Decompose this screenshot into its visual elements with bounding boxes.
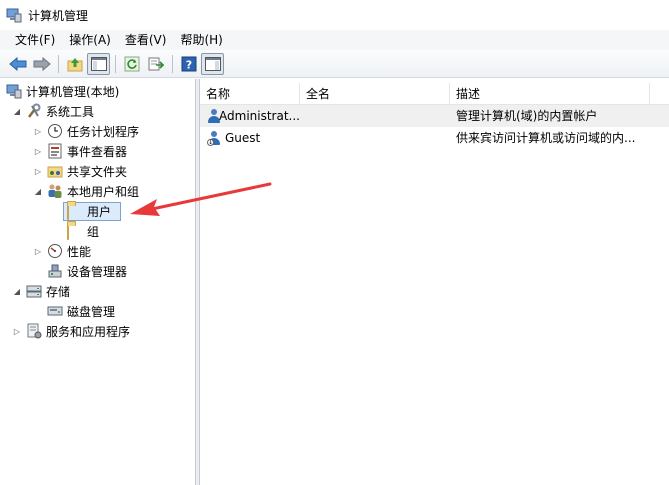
- collapse-triangle-icon[interactable]: ◢: [12, 286, 22, 296]
- toolbar: ?: [0, 50, 669, 78]
- refresh-button[interactable]: [120, 53, 143, 75]
- tree-item-label: 性能: [67, 244, 92, 259]
- tree-item-label: 系统工具: [46, 104, 95, 119]
- folder-icon: [67, 223, 83, 240]
- tree-item-performance[interactable]: ▷ 性能: [33, 241, 91, 261]
- collapse-triangle-icon[interactable]: ◢: [33, 186, 43, 196]
- title-bar: 计算机管理: [0, 0, 669, 30]
- console-tree: 计算机管理(本地) ◢ 系统工具 ▷ 任务计划程序 ▷ 事件查看器 ▷ 共享文件…: [0, 79, 196, 485]
- tree-item-services-applications[interactable]: ▷ 服务和应用程序: [12, 321, 130, 341]
- menu-view[interactable]: 查看(V): [118, 31, 174, 49]
- computer-management-icon: [6, 83, 22, 99]
- forward-button[interactable]: [30, 53, 53, 75]
- folder-icon: [67, 203, 83, 220]
- expand-triangle-icon[interactable]: ▷: [33, 146, 43, 156]
- menu-bar: 文件(F) 操作(A) 查看(V) 帮助(H): [0, 30, 669, 50]
- selected-item-highlight: 用户: [63, 201, 122, 221]
- column-header-fullname[interactable]: 全名: [300, 83, 450, 105]
- tree-item-label: 存储: [46, 284, 71, 299]
- tree-item-task-scheduler[interactable]: ▷ 任务计划程序: [33, 121, 139, 141]
- export-list-button[interactable]: [144, 53, 167, 75]
- disk-management-icon: [47, 303, 63, 319]
- back-arrow-icon: [8, 56, 26, 71]
- list-header: 名称 全名 描述: [200, 83, 669, 105]
- menu-action[interactable]: 操作(A): [62, 31, 118, 49]
- disabled-user-icon: ↓: [206, 130, 222, 146]
- show-hide-action-pane-button[interactable]: [201, 52, 224, 75]
- toolbar-separator: [58, 54, 59, 73]
- tree-item-label: 共享文件夹: [67, 164, 128, 179]
- toolbar-separator: [172, 54, 173, 73]
- column-header-description[interactable]: 描述: [450, 83, 650, 105]
- help-button[interactable]: ?: [177, 53, 200, 75]
- tree-item-label: 计算机管理(本地): [26, 84, 120, 99]
- user-name: Administrat...: [219, 109, 300, 123]
- expand-triangle-icon[interactable]: ▷: [33, 126, 43, 136]
- tree-item-label: 用户: [87, 204, 112, 219]
- tree-item-label: 设备管理器: [67, 264, 128, 279]
- list-item-administrator[interactable]: Administrat... 管理计算机(域)的内置帐户: [200, 105, 669, 127]
- expand-triangle-icon[interactable]: ▷: [33, 166, 43, 176]
- tree-item-label: 事件查看器: [67, 144, 128, 159]
- tree-item-groups[interactable]: 组: [67, 221, 99, 241]
- user-name: Guest: [225, 131, 261, 145]
- refresh-icon: [124, 56, 139, 71]
- action-pane-icon: [204, 56, 221, 71]
- tree-item-system-tools[interactable]: ◢ 系统工具: [12, 101, 94, 121]
- console-tree-icon: [90, 56, 107, 71]
- event-viewer-icon: [47, 143, 63, 159]
- toolbar-separator: [115, 54, 116, 73]
- cell-name: ↓ Guest: [200, 127, 300, 149]
- menu-help[interactable]: 帮助(H): [173, 31, 229, 49]
- user-list-pane: 名称 全名 描述 Administrat... 管理计算机(域)的内置帐户 ↓ …: [200, 79, 669, 485]
- shared-folder-icon: [47, 163, 63, 179]
- tree-item-storage[interactable]: ◢ 存储: [12, 281, 70, 301]
- menu-file[interactable]: 文件(F): [8, 31, 62, 49]
- collapse-triangle-icon[interactable]: ◢: [12, 106, 22, 116]
- users-group-icon: [47, 183, 63, 199]
- tree-item-disk-management[interactable]: 磁盘管理: [47, 301, 115, 321]
- device-manager-icon: [47, 263, 63, 279]
- expand-triangle-icon[interactable]: ▷: [33, 246, 43, 256]
- system-tools-icon: [26, 103, 42, 119]
- forward-arrow-icon: [33, 56, 51, 71]
- tree-item-event-viewer[interactable]: ▷ 事件查看器: [33, 141, 127, 161]
- tree-item-users[interactable]: 用户: [63, 201, 122, 221]
- tree-item-label: 任务计划程序: [67, 124, 140, 139]
- cell-name: Administrat...: [200, 105, 300, 127]
- services-icon: [26, 323, 42, 339]
- expand-triangle-icon[interactable]: ▷: [12, 326, 22, 336]
- tree-item-label: 磁盘管理: [67, 304, 116, 319]
- clock-icon: [47, 123, 63, 139]
- user-icon: [206, 108, 220, 124]
- computer-management-icon: [6, 7, 22, 23]
- storage-icon: [26, 283, 42, 299]
- tree-item-label: 组: [87, 224, 100, 239]
- user-description: 供来宾访问计算机或访问域的内...: [456, 131, 636, 145]
- performance-icon: [47, 243, 63, 259]
- tree-item-label: 服务和应用程序: [46, 324, 131, 339]
- tree-item-shared-folders[interactable]: ▷ 共享文件夹: [33, 161, 127, 181]
- up-folder-icon: [67, 57, 82, 71]
- annotation-arrow: [130, 182, 272, 216]
- window-title: 计算机管理: [28, 8, 89, 23]
- back-button[interactable]: [6, 53, 29, 75]
- column-header-name[interactable]: 名称: [200, 83, 300, 105]
- tree-item-computer-management[interactable]: 计算机管理(本地): [6, 81, 119, 101]
- help-icon: ?: [181, 56, 196, 71]
- show-hide-console-tree-button[interactable]: [87, 52, 110, 75]
- user-fullname: [300, 127, 450, 149]
- user-description: 管理计算机(域)的内置帐户: [456, 109, 598, 123]
- svg-text:?: ?: [185, 58, 191, 71]
- up-one-level-button[interactable]: [63, 53, 86, 75]
- tree-item-device-manager[interactable]: 设备管理器: [47, 261, 127, 281]
- list-item-guest[interactable]: ↓ Guest 供来宾访问计算机或访问域的内...: [200, 127, 669, 149]
- user-fullname: [300, 105, 450, 127]
- export-list-icon: [148, 57, 164, 70]
